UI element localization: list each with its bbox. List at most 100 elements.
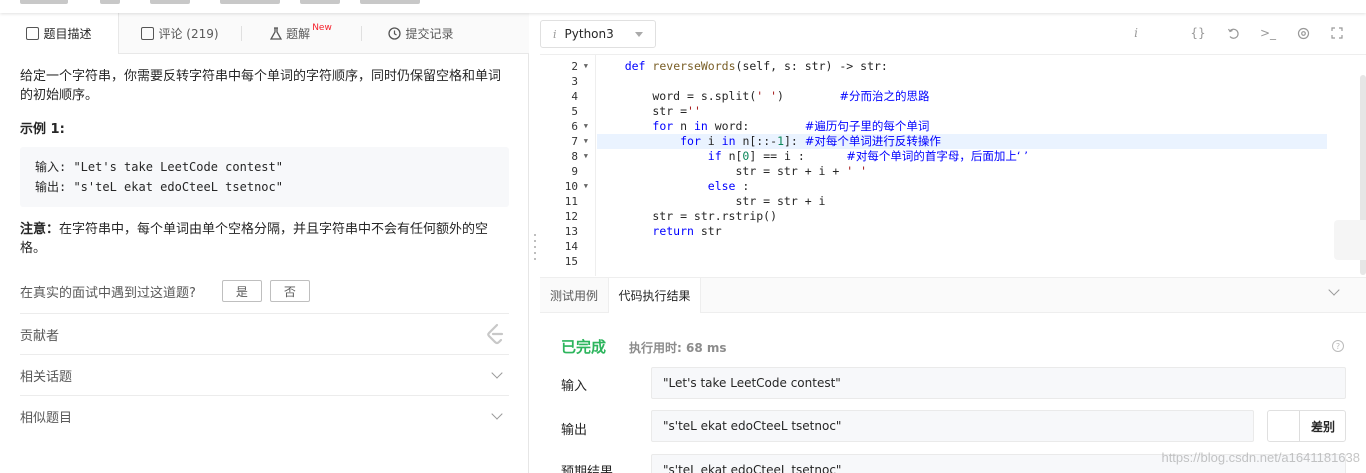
no-button[interactable]: 否 <box>269 280 310 302</box>
line-number: 13 <box>540 224 596 239</box>
code-line[interactable]: str = str + i <box>597 194 1327 209</box>
example-block: 输入: "Let's take LeetCode contest" 输出: "s… <box>20 147 509 207</box>
code-line[interactable] <box>597 74 1327 89</box>
input-value: "Let's take LeetCode contest" <box>651 367 1346 399</box>
example-input: 输入: "Let's take LeetCode contest" <box>35 160 283 174</box>
watermark: https://blog.csdn.net/a1641181638 <box>1161 450 1360 465</box>
runtime: 执行用时: 68 ms <box>629 341 727 355</box>
code-line[interactable]: str = str.rstrip() <box>597 209 1327 224</box>
code-line[interactable]: str = str + i + ' ' <box>597 164 1327 179</box>
editor-toolbar: i Python3 i {} >_ <box>540 13 1366 54</box>
fold-arrow-icon[interactable]: ▼ <box>584 149 588 164</box>
chevron-down-icon[interactable] <box>1328 284 1340 296</box>
input-label: 输入 <box>561 379 588 394</box>
code-line[interactable]: if n[0] == i : #对每个单词的首字母，后面加上‘ ’ <box>597 149 1327 164</box>
terminal-icon[interactable]: >_ <box>1260 25 1276 41</box>
fullscreen-icon[interactable] <box>1329 25 1345 41</box>
code-editor[interactable]: 2 ▼ 3 4 5 6 ▼ 7 ▼ 8 ▼ 9 10 ▼ 11 12 13 14 15 def reverseWor… <box>540 54 1366 276</box>
output-value: "s'teL ekat edoCteeL tsetnoc" <box>651 410 1254 442</box>
code-line[interactable]: for i in n[::-1]: #对每个单词进行反转操作 <box>597 134 1327 149</box>
tab-run-result[interactable]: 代码执行结果 <box>608 278 701 313</box>
line-number-text: 15 <box>564 255 578 268</box>
fold-arrow-icon[interactable]: ▼ <box>584 119 588 134</box>
similar-problems-row[interactable]: 相似题目 <box>20 395 509 436</box>
line-number: 4 <box>540 89 596 104</box>
new-badge: New <box>312 22 332 33</box>
line-number: 3 <box>540 74 596 89</box>
tab-description[interactable]: 题目描述 <box>0 13 119 54</box>
problem-note: 注意：在字符串中，每个单词由单个空格分隔，并且字符串中不会有任何额外的空格。 <box>20 220 500 258</box>
line-number: 2 ▼ <box>540 59 596 74</box>
toggle-knob <box>1268 411 1300 441</box>
description-icon <box>26 27 40 40</box>
language-select[interactable]: i Python3 <box>540 20 656 48</box>
flask-icon <box>270 27 283 40</box>
line-number-gutter: 2 ▼ 3 4 5 6 ▼ 7 ▼ 8 ▼ 9 10 ▼ 11 12 13 14 15 <box>540 55 596 276</box>
expected-label: 预期结果 <box>561 465 614 473</box>
interview-question: 在真实的面试中遇到过这道题? 是 否 <box>20 280 310 302</box>
tab-testcase[interactable]: 测试用例 <box>540 278 608 313</box>
line-number-text: 10 <box>564 180 578 193</box>
problem-panel: 题目描述 评论 (219) 题解 New 提交记录 给定一个字符串，你需要反转字… <box>0 13 529 473</box>
clock-icon <box>388 27 402 40</box>
line-number-text: 2 <box>571 60 578 73</box>
tab-label: 评论 (219) <box>158 27 219 41</box>
related-topics-row[interactable]: 相关话题 <box>20 354 509 395</box>
fold-arrow-icon[interactable]: ▼ <box>584 134 588 149</box>
tab-solutions[interactable]: 题解 New <box>241 13 361 54</box>
top-navbar <box>0 0 1366 13</box>
line-number-text: 9 <box>571 165 578 178</box>
line-number-text: 6 <box>571 120 578 133</box>
code-line[interactable] <box>597 239 1327 254</box>
code-line[interactable]: str ='' <box>597 104 1327 119</box>
diff-toggle[interactable]: 差别 <box>1267 410 1346 442</box>
contributors-row[interactable]: 贡献者 <box>20 313 509 354</box>
floating-side-button[interactable] <box>1334 220 1366 260</box>
diff-label: 差别 <box>1310 419 1335 434</box>
line-number-text: 11 <box>564 195 578 208</box>
line-number-text: 3 <box>571 75 578 88</box>
yes-button[interactable]: 是 <box>221 280 262 302</box>
example-output: 输出: "s'teL ekat edoCteeL tsetnoc" <box>35 180 283 194</box>
line-number: 10 ▼ <box>540 179 596 194</box>
run-result-panel: 已完成 执行用时: 68 ms ? 输入 "Let's take LeetCod… <box>540 313 1366 473</box>
contributors-label: 贡献者 <box>20 328 60 344</box>
note-text: 在字符串中，每个单词由单个空格分隔，并且字符串中不会有任何额外的空格。 <box>20 222 489 256</box>
code-line[interactable]: def reverseWords(self, s: str) -> str: <box>597 59 1327 74</box>
tab-label: 题目描述 <box>43 27 92 41</box>
note-label: 注意： <box>20 222 60 237</box>
line-number: 15 <box>540 254 596 269</box>
info-icon[interactable]: i <box>1128 25 1144 41</box>
line-number: 11 <box>540 194 596 209</box>
panel-resize-handle[interactable] <box>533 230 537 274</box>
reset-icon[interactable] <box>1225 25 1241 41</box>
line-number-text: 14 <box>564 240 578 253</box>
problem-tabs: 题目描述 评论 (219) 题解 New 提交记录 <box>0 13 529 54</box>
line-number: 12 <box>540 209 596 224</box>
code-line[interactable]: for n in word: #遍历句子里的每个单词 <box>597 119 1327 134</box>
example-title: 示例 1: <box>20 122 65 137</box>
line-number: 5 <box>540 104 596 119</box>
code-line[interactable]: word = s.split(' ') #分而治之的思路 <box>597 89 1327 104</box>
settings-icon[interactable] <box>1295 25 1311 41</box>
tab-comments[interactable]: 评论 (219) <box>119 13 241 54</box>
fold-arrow-icon[interactable]: ▼ <box>584 179 588 194</box>
info-icon: i <box>553 27 557 41</box>
interview-question-text: 在真实的面试中遇到过这道题? <box>20 285 196 301</box>
help-icon[interactable]: ? <box>1332 340 1344 352</box>
output-label: 输出 <box>561 423 588 438</box>
tab-label: 提交记录 <box>405 27 454 41</box>
line-number-text: 13 <box>564 225 578 238</box>
leetcode-logo-icon <box>487 323 504 345</box>
tab-submissions[interactable]: 提交记录 <box>361 13 481 54</box>
fold-arrow-icon[interactable]: ▼ <box>584 59 588 74</box>
braces-icon[interactable]: {} <box>1190 25 1206 41</box>
line-number: 14 <box>540 239 596 254</box>
result-tabs: 测试用例 代码执行结果 <box>540 277 1366 313</box>
language-value: Python3 <box>564 27 614 41</box>
line-number: 8 ▼ <box>540 149 596 164</box>
code-line[interactable] <box>597 254 1327 269</box>
code-line[interactable]: else : <box>597 179 1327 194</box>
line-number: 9 <box>540 164 596 179</box>
code-line[interactable]: return str <box>597 224 1327 239</box>
